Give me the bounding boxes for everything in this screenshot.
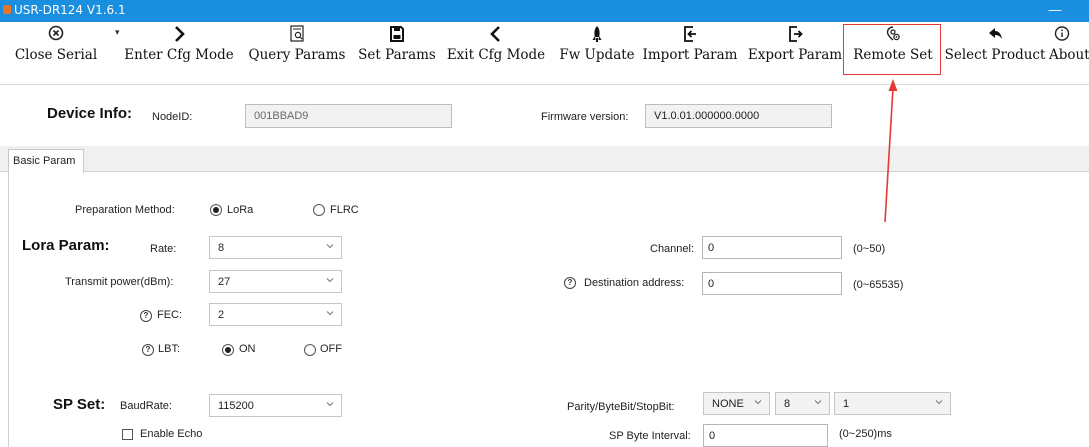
- channel-range: (0~50): [853, 243, 886, 255]
- firmware-version-label: Firmware version:: [541, 111, 629, 123]
- chevron-left-icon: [440, 24, 552, 46]
- title-bar: USR-DR124 V1.6.1 —: [0, 0, 1089, 22]
- parity-value: NONE: [712, 398, 744, 410]
- transmit-power-label: Transmit power(dBm):: [65, 276, 174, 288]
- bytebit-value: 8: [784, 398, 791, 410]
- radio-flrc[interactable]: [313, 204, 325, 216]
- chevron-right-icon: [118, 24, 240, 46]
- help-icon[interactable]: ?: [142, 344, 154, 356]
- baudrate-select[interactable]: 115200: [209, 394, 342, 417]
- tab-bar: [0, 146, 1089, 172]
- chevron-down-icon: [326, 402, 334, 407]
- chevron-down-icon: [814, 400, 822, 405]
- radio-flrc-label: FLRC: [330, 204, 359, 216]
- about-button[interactable]: About: [1049, 22, 1089, 72]
- export-icon: [744, 24, 846, 46]
- save-icon: [352, 24, 442, 46]
- reply-arrow-icon: [942, 24, 1048, 46]
- minimize-button[interactable]: —: [1040, 0, 1070, 22]
- channel-input[interactable]: 0: [702, 236, 842, 259]
- close-serial-label: Close Serial: [14, 47, 98, 63]
- chevron-down-icon: [935, 400, 943, 405]
- sp-set-heading: SP Set:: [53, 396, 106, 413]
- stopbit-value: 1: [843, 398, 850, 410]
- radio-lbt-on-label: ON: [239, 343, 256, 355]
- firmware-version-field: V1.0.01.000000.0000: [645, 104, 832, 128]
- export-param-button[interactable]: Export Param: [744, 22, 846, 72]
- fw-update-label: Fw Update: [559, 47, 635, 63]
- rocket-icon: [552, 24, 642, 46]
- fec-label: FEC:: [157, 309, 183, 321]
- chevron-down-icon: [326, 311, 334, 316]
- chevron-down-icon: [326, 278, 334, 283]
- chevron-down-icon: [754, 400, 762, 405]
- stopbit-select[interactable]: 1: [834, 392, 951, 415]
- about-label: About: [1049, 47, 1089, 63]
- exit-cfg-mode-label: Exit Cfg Mode: [446, 47, 546, 63]
- app-logo-icon: [3, 5, 11, 14]
- destination-address-label: Destination address:: [584, 277, 685, 289]
- radio-lbt-on[interactable]: [222, 344, 234, 356]
- select-product-label: Select Product: [944, 47, 1046, 63]
- radio-lora[interactable]: [210, 204, 222, 216]
- fec-value: 2: [218, 309, 225, 321]
- baudrate-value: 115200: [218, 400, 254, 412]
- destination-address-input[interactable]: 0: [702, 272, 842, 295]
- set-params-label: Set Params: [358, 47, 436, 63]
- import-icon: [638, 24, 742, 46]
- preparation-method-label: Preparation Method:: [75, 204, 175, 216]
- tab-basic-param[interactable]: Basic Param: [8, 149, 84, 173]
- info-icon: [1052, 24, 1072, 46]
- fw-update-button[interactable]: Fw Update: [552, 22, 642, 72]
- sp-byte-interval-range: (0~250)ms: [839, 428, 892, 440]
- import-param-button[interactable]: Import Param: [638, 22, 742, 72]
- device-info-heading: Device Info:: [47, 105, 133, 122]
- remote-set-highlight-frame: [843, 24, 941, 75]
- close-circle-icon: [1, 24, 111, 46]
- enable-echo-label: Enable Echo: [140, 428, 203, 440]
- enter-cfg-mode-button[interactable]: Enter Cfg Mode: [118, 22, 240, 72]
- node-id-field: 001BBAD9: [245, 104, 452, 128]
- channel-label: Channel:: [650, 243, 695, 255]
- help-icon[interactable]: ?: [564, 277, 576, 289]
- export-param-label: Export Param: [747, 47, 843, 63]
- import-param-label: Import Param: [642, 47, 738, 63]
- node-id-label: NodeID:: [152, 111, 193, 123]
- help-icon[interactable]: ?: [140, 310, 152, 322]
- baudrate-label: BaudRate:: [120, 400, 172, 412]
- query-params-label: Query Params: [248, 47, 346, 63]
- rate-label: Rate:: [150, 243, 177, 255]
- close-serial-button[interactable]: Close Serial: [1, 22, 111, 72]
- select-product-button[interactable]: Select Product: [942, 22, 1048, 72]
- transmit-power-value: 27: [218, 276, 231, 288]
- bytebit-select[interactable]: 8: [775, 392, 830, 415]
- rate-value: 8: [218, 242, 225, 254]
- window-title: USR-DR124 V1.6.1: [14, 3, 126, 17]
- enter-cfg-mode-label: Enter Cfg Mode: [124, 47, 234, 63]
- sp-byte-interval-label: SP Byte Interval:: [609, 430, 691, 442]
- fec-select[interactable]: 2: [209, 303, 342, 326]
- chevron-down-icon: [326, 244, 334, 249]
- query-doc-icon: [242, 24, 352, 46]
- parity-bytebit-stopbit-label: Parity/ByteBit/StopBit:: [567, 401, 675, 413]
- rate-select[interactable]: 8: [209, 236, 342, 259]
- destination-address-range: (0~65535): [853, 279, 904, 291]
- lbt-label: LBT:: [158, 343, 181, 355]
- radio-lbt-off[interactable]: [304, 344, 316, 356]
- parity-select[interactable]: NONE: [703, 392, 770, 415]
- enable-echo-checkbox[interactable]: [122, 429, 133, 440]
- radio-lora-label: LoRa: [227, 204, 254, 216]
- query-params-button[interactable]: Query Params: [242, 22, 352, 72]
- exit-cfg-mode-button[interactable]: Exit Cfg Mode: [440, 22, 552, 72]
- radio-lbt-off-label: OFF: [320, 343, 342, 355]
- sp-byte-interval-input[interactable]: 0: [703, 424, 828, 447]
- lora-param-heading: Lora Param:: [22, 237, 110, 254]
- set-params-button[interactable]: Set Params: [352, 22, 442, 72]
- transmit-power-select[interactable]: 27: [209, 270, 342, 293]
